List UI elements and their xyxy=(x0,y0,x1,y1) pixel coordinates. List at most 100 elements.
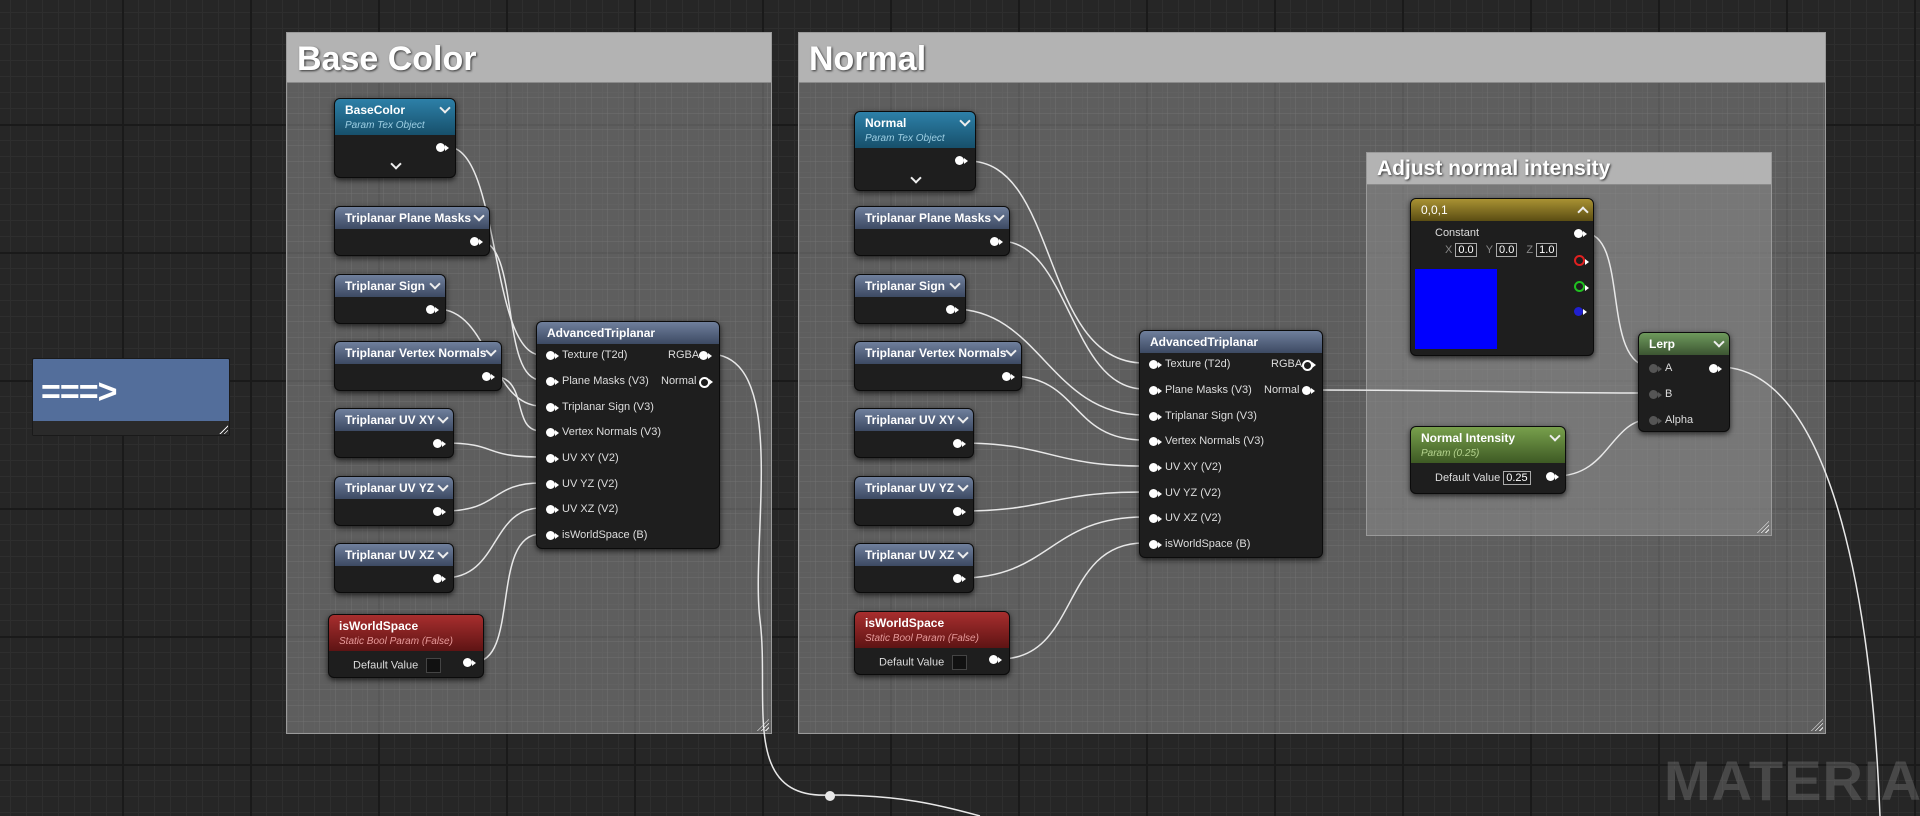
chevron-down-icon[interactable] xyxy=(473,210,485,222)
input-label: UV XY (V2) xyxy=(562,452,619,464)
default-value-checkbox[interactable] xyxy=(426,658,442,673)
output-label: Normal xyxy=(661,375,697,387)
input-pin[interactable] xyxy=(546,480,559,489)
x-value-field[interactable]: 0.0 xyxy=(1455,243,1477,257)
default-value-field[interactable]: 0.25 xyxy=(1503,471,1531,485)
input-pin[interactable] xyxy=(546,351,559,360)
chevron-down-icon[interactable] xyxy=(949,278,961,290)
input-pin[interactable] xyxy=(1649,416,1662,425)
base-sign-node[interactable]: Triplanar Sign xyxy=(334,274,446,324)
node-subtitle: Param (0.25) xyxy=(1421,448,1480,459)
output-pin[interactable] xyxy=(953,574,966,583)
z-value-field[interactable]: 1.0 xyxy=(1536,243,1558,257)
normal-sign-node[interactable]: Triplanar Sign xyxy=(854,274,966,324)
normal-advanced-triplanar-node[interactable]: AdvancedTriplanar Texture (T2d) Plane Ma… xyxy=(1139,330,1323,558)
chevron-down-icon[interactable] xyxy=(993,210,1005,222)
chevron-down-icon[interactable] xyxy=(437,480,449,492)
input-pin[interactable] xyxy=(1149,514,1162,523)
input-pin[interactable] xyxy=(546,403,559,412)
chevron-down-icon[interactable] xyxy=(957,412,969,424)
node-title: Normal xyxy=(865,116,907,130)
output-pin-g[interactable] xyxy=(1574,281,1589,292)
output-pin[interactable] xyxy=(1302,386,1315,395)
normal-vertex-normals-node[interactable]: Triplanar Vertex Normals xyxy=(854,341,1022,391)
input-pin[interactable] xyxy=(1149,412,1162,421)
node-title: Triplanar UV XZ xyxy=(345,548,435,562)
base-advanced-triplanar-node[interactable]: AdvancedTriplanar Texture (T2d) Plane Ma… xyxy=(536,321,720,549)
output-pin[interactable] xyxy=(946,305,959,314)
chevron-down-icon[interactable] xyxy=(1549,430,1561,442)
base-isworldspace-node[interactable]: isWorldSpace Static Bool Param (False) De… xyxy=(328,614,484,678)
output-pin[interactable] xyxy=(1546,472,1559,481)
normal-intensity-node[interactable]: Normal Intensity Param (0.25) Default Val… xyxy=(1410,426,1566,494)
chevron-down-icon[interactable] xyxy=(429,278,441,290)
output-pin[interactable] xyxy=(699,377,713,388)
chevron-down-icon[interactable] xyxy=(437,412,449,424)
normal-isworldspace-node[interactable]: isWorldSpace Static Bool Param (False) De… xyxy=(854,611,1010,675)
output-pin[interactable] xyxy=(699,351,712,360)
output-pin[interactable] xyxy=(1574,229,1587,238)
constant3-node[interactable]: 0,0,1 Constant X 0.0 Y 0.0 Z 1.0 xyxy=(1410,198,1594,356)
chevron-down-icon[interactable] xyxy=(957,547,969,559)
chevron-down-icon[interactable] xyxy=(1005,345,1017,357)
chevron-down-icon[interactable] xyxy=(959,115,971,127)
output-pin[interactable] xyxy=(433,507,446,516)
normal-tex-object-node[interactable]: Normal Param Tex Object xyxy=(854,111,976,191)
base-tex-object-node[interactable]: BaseColor Param Tex Object xyxy=(334,98,456,178)
output-pin[interactable] xyxy=(433,574,446,583)
base-vertex-normals-node[interactable]: Triplanar Vertex Normals xyxy=(334,341,502,391)
output-pin[interactable] xyxy=(436,143,449,152)
chevron-down-icon[interactable] xyxy=(957,480,969,492)
base-uv-xy-node[interactable]: Triplanar UV XY xyxy=(334,408,454,458)
output-pin[interactable] xyxy=(953,439,966,448)
input-pin[interactable] xyxy=(546,454,559,463)
normal-uv-xy-node[interactable]: Triplanar UV XY xyxy=(854,408,974,458)
output-pin[interactable] xyxy=(1002,372,1015,381)
output-pin[interactable] xyxy=(989,655,1002,664)
input-pin[interactable] xyxy=(1649,390,1662,399)
input-pin[interactable] xyxy=(1149,540,1162,549)
output-pin[interactable] xyxy=(470,237,483,246)
input-pin[interactable] xyxy=(1149,489,1162,498)
chevron-up-icon[interactable] xyxy=(1577,206,1589,218)
output-pin[interactable] xyxy=(1709,364,1722,373)
chevron-down-icon[interactable] xyxy=(1713,336,1725,348)
y-value-field[interactable]: 0.0 xyxy=(1496,243,1518,257)
lerp-node[interactable]: Lerp A B Alpha xyxy=(1638,332,1730,432)
output-pin-r[interactable] xyxy=(1574,255,1589,266)
chevron-down-icon[interactable] xyxy=(437,547,449,559)
normal-uv-xz-node[interactable]: Triplanar UV XZ xyxy=(854,543,974,593)
input-pin[interactable] xyxy=(1149,386,1162,395)
default-value-checkbox[interactable] xyxy=(952,655,968,670)
output-pin[interactable] xyxy=(955,156,968,165)
base-uv-xz-node[interactable]: Triplanar UV XZ xyxy=(334,543,454,593)
input-pin[interactable] xyxy=(546,428,559,437)
chevron-down-icon[interactable] xyxy=(910,172,922,184)
chevron-down-icon[interactable] xyxy=(485,345,497,357)
output-pin[interactable] xyxy=(1302,360,1316,371)
input-pin[interactable] xyxy=(546,531,559,540)
output-pin-b[interactable] xyxy=(1574,307,1587,316)
base-uv-yz-node[interactable]: Triplanar UV YZ xyxy=(334,476,454,526)
input-label: isWorldSpace (B) xyxy=(562,529,648,541)
chevron-down-icon[interactable] xyxy=(439,102,451,114)
chevron-down-icon[interactable] xyxy=(390,158,402,170)
input-pin[interactable] xyxy=(1649,364,1662,373)
input-pin[interactable] xyxy=(1149,463,1162,472)
input-label: UV YZ (V2) xyxy=(1165,487,1222,499)
input-pin[interactable] xyxy=(546,505,559,514)
normal-uv-yz-node[interactable]: Triplanar UV YZ xyxy=(854,476,974,526)
input-label: Texture (T2d) xyxy=(1165,358,1231,370)
base-plane-masks-node[interactable]: Triplanar Plane Masks xyxy=(334,206,490,256)
normal-plane-masks-node[interactable]: Triplanar Plane Masks xyxy=(854,206,1010,256)
output-pin[interactable] xyxy=(463,658,476,667)
output-pin[interactable] xyxy=(433,439,446,448)
output-pin[interactable] xyxy=(990,237,1003,246)
input-pin[interactable] xyxy=(1149,360,1162,369)
output-pin[interactable] xyxy=(953,507,966,516)
input-pin[interactable] xyxy=(546,377,559,386)
default-value-label: Default Value xyxy=(879,656,945,669)
output-pin[interactable] xyxy=(426,305,439,314)
output-pin[interactable] xyxy=(482,372,495,381)
input-pin[interactable] xyxy=(1149,437,1162,446)
